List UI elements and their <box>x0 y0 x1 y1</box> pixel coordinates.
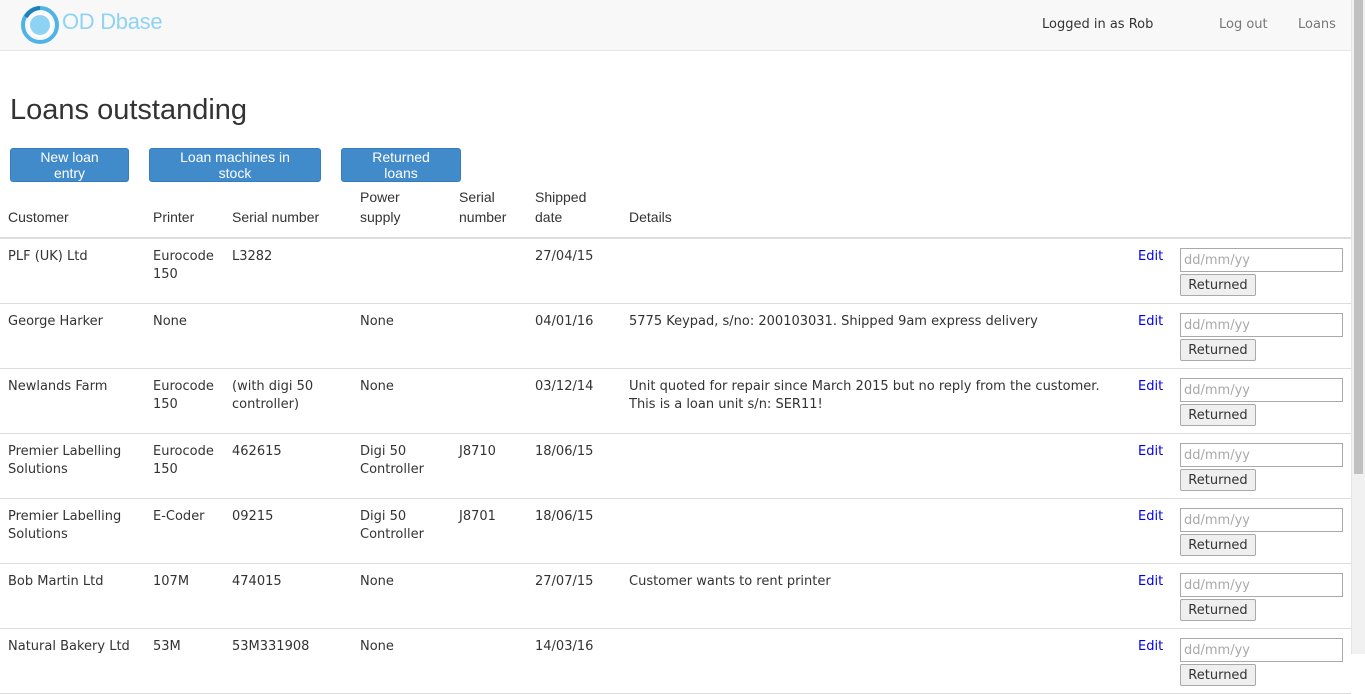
page-scrollbar[interactable] <box>1351 0 1365 654</box>
returned-button[interactable]: Returned <box>1180 469 1256 491</box>
customer-cell: George Harker <box>8 314 104 329</box>
serial-number-cell: 462615 <box>232 444 282 459</box>
printer-cell: E-Coder <box>153 509 205 524</box>
customer-cell: Premier Labelling Solutions <box>8 509 122 542</box>
serial-number-cell: 53M331908 <box>232 639 310 654</box>
customer-cell: Natural Bakery Ltd <box>8 639 130 654</box>
return-date-input[interactable] <box>1180 313 1343 337</box>
serial-number-cell: L3282 <box>232 249 273 264</box>
header-power-serial-number: Serial number <box>459 189 507 225</box>
power-supply-cell: None <box>360 639 394 654</box>
power-supply-cell: None <box>360 379 394 394</box>
returned-loans-button[interactable]: Returned loans <box>341 148 461 182</box>
header-shipped-date: Shipped date <box>535 189 587 225</box>
logged-in-user: Logged in as Rob <box>1042 17 1154 32</box>
return-date-input[interactable] <box>1180 573 1343 597</box>
table-row: PLF (UK) Ltd Eurocode 150 L3282 27/04/15… <box>0 239 1351 304</box>
customer-cell: Newlands Farm <box>8 379 108 394</box>
power-supply-cell: Digi 50 Controller <box>360 444 424 477</box>
header-details: Details <box>629 209 672 225</box>
customer-cell: Bob Martin Ltd <box>8 574 104 589</box>
returned-button[interactable]: Returned <box>1180 664 1256 686</box>
power-supply-cell: None <box>360 314 394 329</box>
customer-cell: PLF (UK) Ltd <box>8 249 88 264</box>
details-cell: Unit quoted for repair since March 2015 … <box>629 379 1100 412</box>
customer-cell: Premier Labelling Solutions <box>8 444 122 477</box>
logo-circle-icon <box>20 5 60 45</box>
table-row: Premier Labelling Solutions Eurocode 150… <box>0 434 1351 499</box>
shipped-date-cell: 27/07/15 <box>535 574 594 589</box>
details-cell: Customer wants to rent printer <box>629 574 831 589</box>
brand-logo[interactable]: OD Dbase <box>20 5 163 45</box>
table-row: Premier Labelling Solutions E-Coder 0921… <box>0 499 1351 564</box>
return-date-input[interactable] <box>1180 248 1343 272</box>
power-serial-cell: J8710 <box>459 444 496 459</box>
header-printer: Printer <box>153 209 195 225</box>
edit-link[interactable]: Edit <box>1138 378 1163 396</box>
brand-name: OD Dbase <box>62 9 163 34</box>
returned-button[interactable]: Returned <box>1180 404 1256 426</box>
power-supply-cell: Digi 50 Controller <box>360 509 424 542</box>
table-header: Customer Printer Serial number Power supp… <box>0 189 1351 239</box>
shipped-date-cell: 04/01/16 <box>535 314 594 329</box>
return-date-input[interactable] <box>1180 378 1343 402</box>
return-date-input[interactable] <box>1180 508 1343 532</box>
printer-cell: 53M <box>153 639 181 654</box>
printer-cell: Eurocode 150 <box>153 379 214 412</box>
return-date-input[interactable] <box>1180 443 1343 467</box>
shipped-date-cell: 27/04/15 <box>535 249 594 264</box>
shipped-date-cell: 03/12/14 <box>535 379 594 394</box>
returned-button[interactable]: Returned <box>1180 339 1256 361</box>
header-serial-number: Serial number <box>232 209 320 225</box>
printer-cell: 107M <box>153 574 190 589</box>
power-supply-cell: None <box>360 574 394 589</box>
loans-table: Customer Printer Serial number Power supp… <box>0 189 1351 694</box>
edit-link[interactable]: Edit <box>1138 443 1163 461</box>
shipped-date-cell: 18/06/15 <box>535 509 594 524</box>
serial-number-cell: 09215 <box>232 509 274 524</box>
serial-number-cell: 474015 <box>232 574 282 589</box>
edit-link[interactable]: Edit <box>1138 508 1163 526</box>
table-row: George Harker None None 04/01/16 5775 Ke… <box>0 304 1351 369</box>
printer-cell: Eurocode 150 <box>153 444 214 477</box>
table-row: Natural Bakery Ltd 53M 53M331908 None 14… <box>0 629 1351 694</box>
top-navbar: OD Dbase Logged in as Rob Log out Loans <box>0 0 1351 51</box>
returned-button[interactable]: Returned <box>1180 534 1256 556</box>
details-cell: 5775 Keypad, s/no: 200103031. Shipped 9a… <box>629 314 1038 329</box>
header-customer: Customer <box>8 209 69 225</box>
power-serial-cell: J8701 <box>459 509 496 524</box>
table-row: Bob Martin Ltd 107M 474015 None 27/07/15… <box>0 564 1351 629</box>
printer-cell: Eurocode 150 <box>153 249 214 282</box>
header-power-supply: Power supply <box>360 189 401 225</box>
shipped-date-cell: 18/06/15 <box>535 444 594 459</box>
return-date-input[interactable] <box>1180 638 1343 662</box>
edit-link[interactable]: Edit <box>1138 573 1163 591</box>
returned-button[interactable]: Returned <box>1180 274 1256 296</box>
table-row: Newlands Farm Eurocode 150 (with digi 50… <box>0 369 1351 434</box>
loan-machines-in-stock-button[interactable]: Loan machines in stock <box>149 148 321 182</box>
serial-number-cell: (with digi 50 controller) <box>232 379 314 412</box>
edit-link[interactable]: Edit <box>1138 313 1163 331</box>
shipped-date-cell: 14/03/16 <box>535 639 594 654</box>
page-title: Loans outstanding <box>10 94 248 126</box>
loans-link[interactable]: Loans <box>1298 17 1336 32</box>
edit-link[interactable]: Edit <box>1138 248 1163 266</box>
returned-button[interactable]: Returned <box>1180 599 1256 621</box>
scrollbar-thumb[interactable] <box>1354 0 1363 474</box>
printer-cell: None <box>153 314 187 329</box>
new-loan-entry-button[interactable]: New loan entry <box>10 148 129 182</box>
edit-link[interactable]: Edit <box>1138 638 1163 656</box>
logout-link[interactable]: Log out <box>1219 17 1268 32</box>
